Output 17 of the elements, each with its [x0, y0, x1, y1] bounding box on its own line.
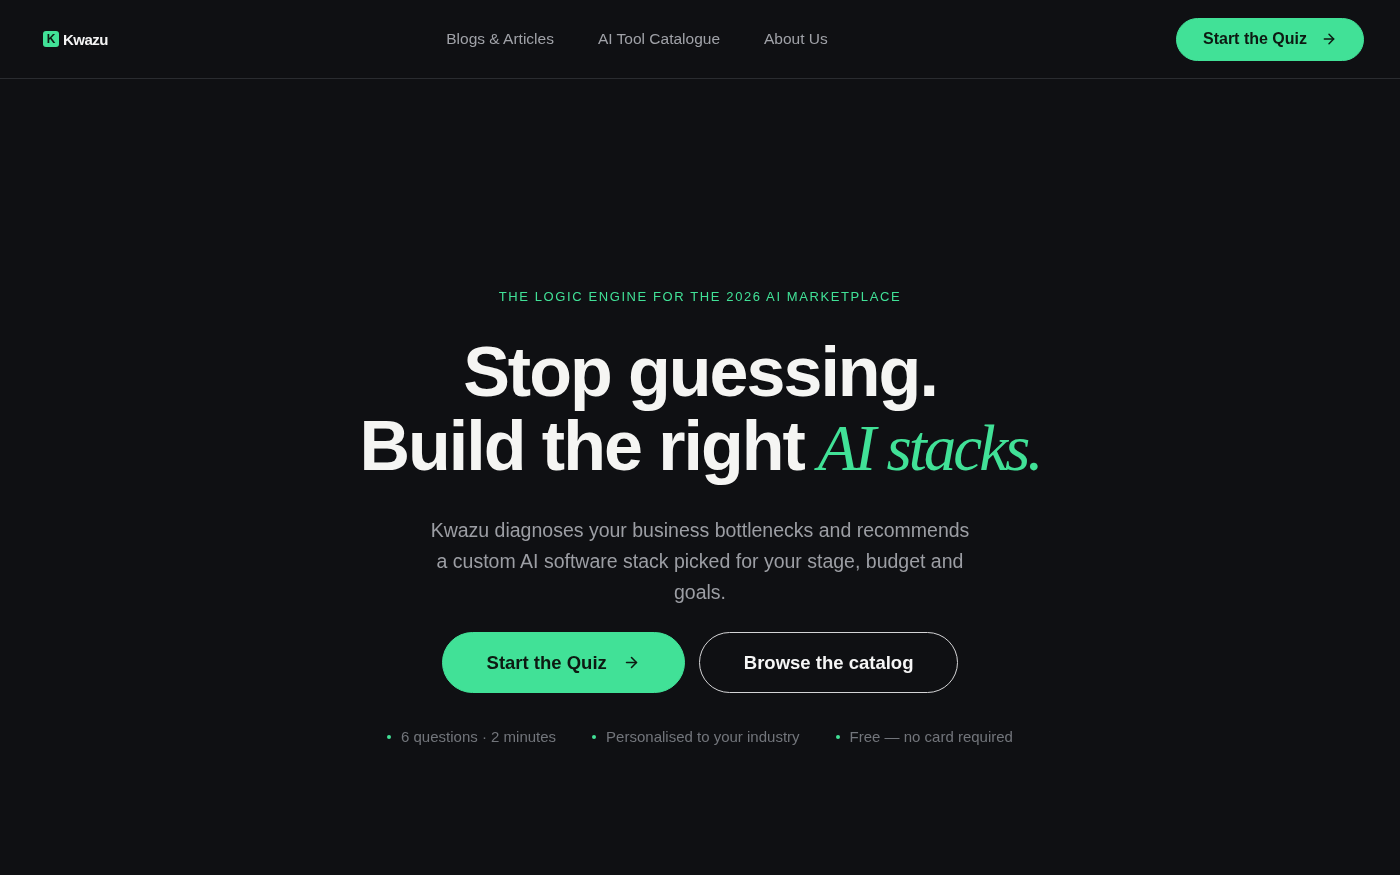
start-quiz-button[interactable]: Start the Quiz [441, 632, 685, 693]
nav-link[interactable]: AI Tool Catalogue [597, 30, 720, 48]
logo-mark: K [43, 31, 59, 47]
arrow-right-icon [1321, 31, 1337, 47]
highlight-text: Free — no card required [849, 728, 1013, 745]
hero-description: Kwazu diagnoses your business bottlenecks and recommends a custom AI software stack picked for your stage, budget and goals. [429, 518, 971, 605]
bullet-dot-icon [387, 734, 391, 739]
bullet-dot-icon [592, 734, 597, 739]
eyebrow-text: THE LOGIC ENGINE FOR THE 2026 AI MARKETPLACE [498, 289, 902, 305]
highlight-text: Personalised to your industry [606, 728, 800, 745]
nav-link[interactable]: Blogs & Articles [446, 30, 554, 48]
bullet-dot-icon [835, 734, 840, 739]
highlight-text: 6 questions · 2 minutes [401, 728, 557, 745]
nav-link[interactable]: About Us [764, 30, 828, 48]
logo-text: Kwazu [63, 30, 108, 48]
headline-text: Stop guessing. [463, 335, 937, 409]
start-quiz-button[interactable]: Start the Quiz [1176, 17, 1364, 61]
